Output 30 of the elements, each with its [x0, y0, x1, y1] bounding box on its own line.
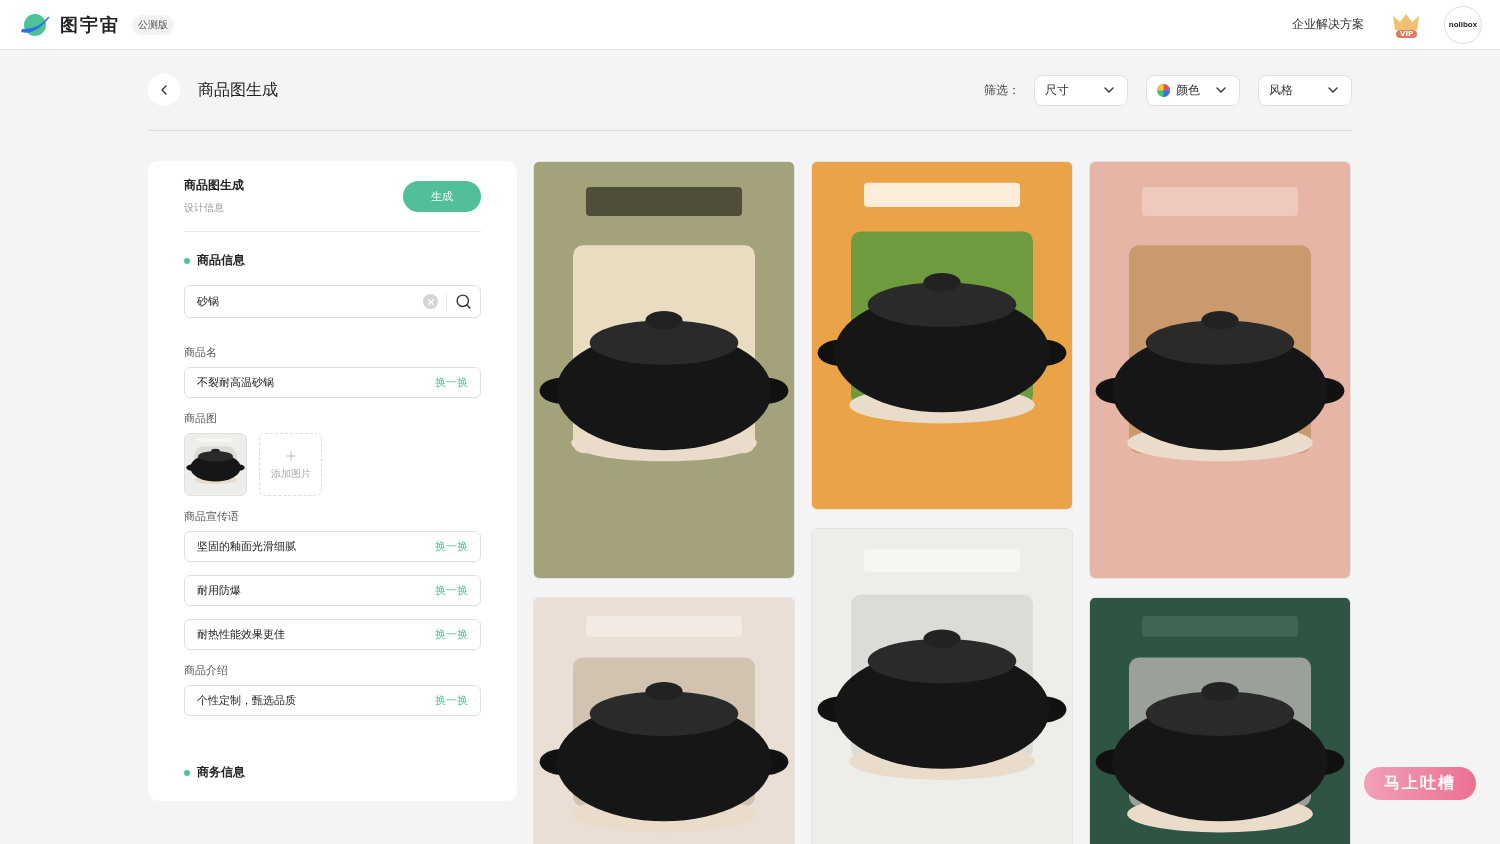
page-title: 商品图生成: [198, 79, 279, 101]
section-title: 商品信息: [197, 252, 245, 269]
text-field[interactable]: 耐用防爆 换一换: [184, 575, 481, 606]
text-field[interactable]: 个性定制，甄选品质 换一换: [184, 685, 481, 716]
section-title: 商务信息: [197, 764, 245, 781]
plus-icon: [283, 448, 298, 463]
field-label: 商品图: [184, 411, 218, 426]
section-dot: [184, 769, 190, 776]
text-field[interactable]: 坚固的釉面光滑细腻 换一换: [184, 531, 481, 562]
clear-icon[interactable]: [423, 294, 438, 309]
field-label: 商品名: [184, 345, 218, 360]
filter-dropdown[interactable]: 风格: [1258, 74, 1352, 106]
search-field[interactable]: 砂锅: [184, 285, 481, 318]
beta-badge: 公测版: [132, 14, 174, 35]
field-label: 商品介绍: [184, 663, 229, 678]
filter-dropdown[interactable]: 尺寸: [1034, 74, 1128, 106]
brand-name: 图宇宙: [60, 12, 120, 37]
color-wheel-icon: [1157, 83, 1170, 97]
back-button[interactable]: [148, 74, 180, 106]
filter-label: 筛选：: [984, 81, 1020, 99]
panel-title: 商品图生成: [184, 177, 244, 194]
field-label: 商品宣传语: [184, 509, 240, 524]
search-icon[interactable]: [455, 293, 472, 310]
planet-logo-icon: [18, 11, 52, 38]
panel-subtitle: 设计信息: [184, 201, 225, 215]
enterprise-link[interactable]: 企业解决方案: [1292, 16, 1364, 33]
text-field[interactable]: 不裂耐高温砂锅 换一换: [184, 367, 481, 398]
filter-dropdown[interactable]: 颜色: [1146, 74, 1240, 106]
text-field[interactable]: 耐热性能效果更佳 换一换: [184, 619, 481, 650]
section-dot: [184, 257, 190, 264]
